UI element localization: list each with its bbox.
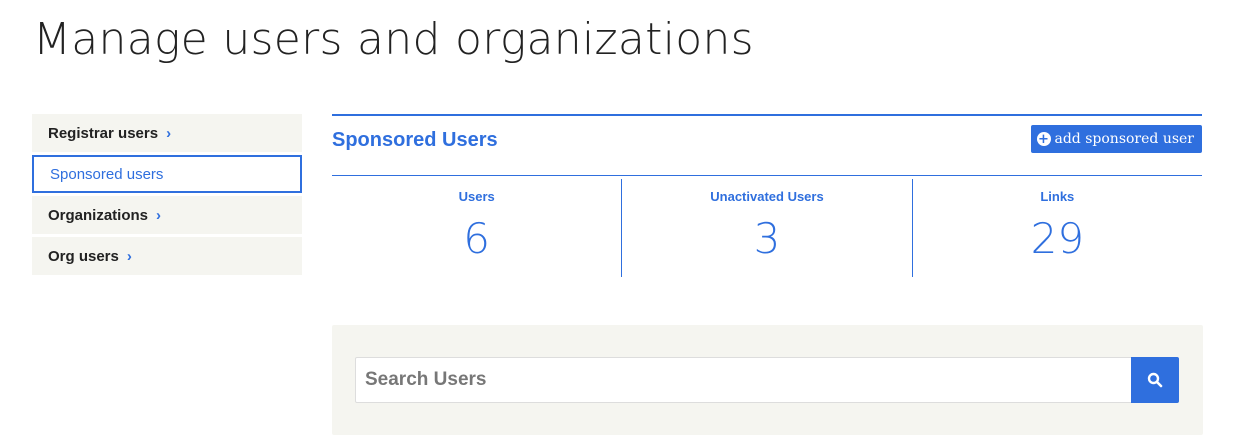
add-sponsored-user-button[interactable]: + add sponsored user <box>1030 125 1202 153</box>
main-content: Sponsored Users + add sponsored user Use… <box>332 114 1202 277</box>
sidebar-item-label: Registrar users <box>48 124 159 142</box>
sidebar-item-label: Org users <box>48 247 119 265</box>
chevron-right-icon: › <box>126 247 132 265</box>
add-button-label: add sponsored user <box>1054 131 1195 147</box>
stat-value: 3 <box>753 214 781 263</box>
search-input[interactable] <box>355 357 1132 403</box>
stat-links: Links 29 <box>911 179 1202 277</box>
sidebar-item-sponsored-users[interactable]: Sponsored users <box>32 155 302 193</box>
stat-value: 6 <box>463 214 491 263</box>
sidebar-item-organizations[interactable]: Organizations › <box>32 196 302 234</box>
page: Manage users and organizations Registrar… <box>0 0 1237 448</box>
search-icon <box>1147 372 1163 388</box>
search-button[interactable] <box>1131 357 1179 403</box>
sidebar-item-label: Organizations <box>48 206 149 224</box>
chevron-right-icon: › <box>166 124 172 142</box>
sidebar-item-label: Sponsored users <box>50 165 164 183</box>
search-panel <box>332 325 1203 435</box>
chevron-right-icon: › <box>156 206 162 224</box>
sidebar-item-org-users[interactable]: Org users › <box>32 237 302 275</box>
section-header: Sponsored Users + add sponsored user <box>332 114 1202 176</box>
stat-users: Users 6 <box>332 179 621 277</box>
section-title: Sponsored Users <box>332 129 498 151</box>
stat-label: Links <box>1040 189 1075 204</box>
plus-circle-icon: + <box>1036 131 1051 147</box>
page-title: Manage users and organizations <box>33 14 754 65</box>
stat-label: Unactivated Users <box>710 189 824 204</box>
sidebar: Registrar users › Sponsored users Organi… <box>32 114 302 278</box>
sidebar-item-registrar-users[interactable]: Registrar users › <box>32 114 302 152</box>
stat-label: Users <box>458 189 495 204</box>
stats-row: Users 6 Unactivated Users 3 Links 29 <box>332 179 1202 277</box>
stat-unactivated-users: Unactivated Users 3 <box>621 179 911 277</box>
stat-value: 29 <box>1030 214 1085 263</box>
